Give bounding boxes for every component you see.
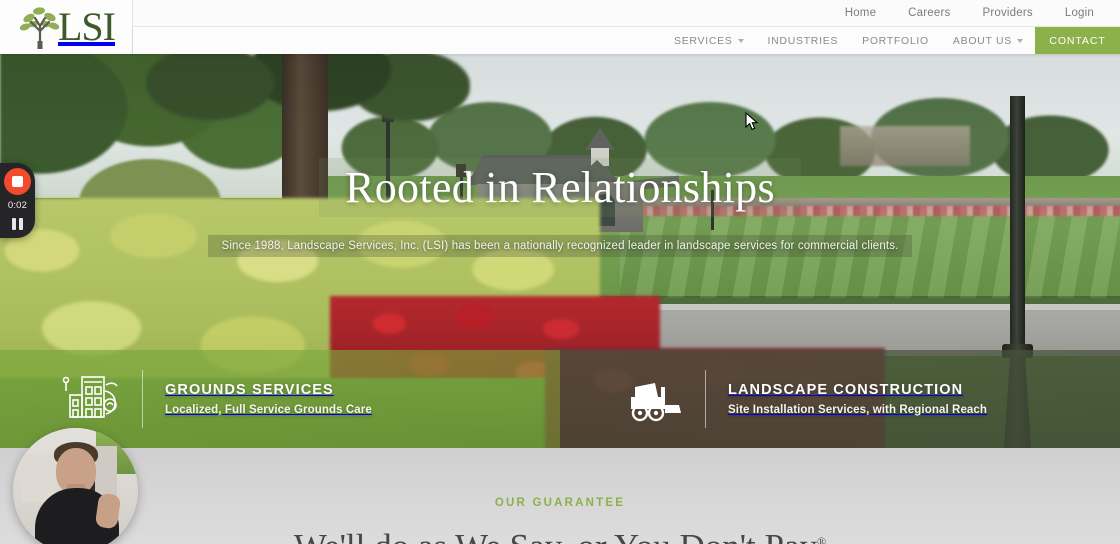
mouse-cursor xyxy=(745,111,759,137)
stop-recording-button[interactable] xyxy=(4,168,31,195)
nav-label-about-us: ABOUT US xyxy=(952,34,1012,47)
building-property-icon xyxy=(60,371,120,427)
guarantee-headline: We'll do as We Say, or You Don't Pay® xyxy=(294,527,826,544)
nav-label-industries: INDUSTRIES xyxy=(767,34,839,47)
chevron-down-icon-services xyxy=(737,38,744,43)
nav-label-portfolio: PORTFOLIO xyxy=(862,34,929,47)
nav-item-portfolio[interactable]: PORTFOLIO xyxy=(850,27,941,54)
nav-item-services[interactable]: SERVICES xyxy=(662,27,756,54)
site-header: LSI Home Careers Providers Login SERVICE… xyxy=(0,0,1120,54)
hero-title: Rooted in Relationships xyxy=(319,158,801,217)
stop-square-icon xyxy=(12,176,23,187)
card-title-landscape-construction: LANDSCAPE CONSTRUCTION xyxy=(728,382,964,398)
nav-contact-button[interactable]: CONTACT xyxy=(1035,27,1120,54)
logo-text: LSI xyxy=(58,4,116,49)
card-subtitle-landscape-construction: Site Installation Services, with Regiona… xyxy=(728,404,988,416)
card-landscape-construction[interactable]: LANDSCAPE CONSTRUCTION Site Installation… xyxy=(560,350,1120,448)
guarantee-eyebrow: OUR GUARANTEE xyxy=(494,497,626,509)
service-cards: GROUNDS SERVICES Localized, Full Service… xyxy=(0,350,1120,448)
screen-recorder-widget: 0:02 xyxy=(0,163,35,238)
utility-link-login[interactable]: Login xyxy=(1049,7,1110,19)
pause-recording-button[interactable] xyxy=(12,218,23,230)
card-title-grounds-services: GROUNDS SERVICES xyxy=(165,382,334,398)
nav-label-services: SERVICES xyxy=(674,34,733,47)
nav-item-about-us[interactable]: ABOUT US xyxy=(941,27,1035,54)
guarantee-headline-text: We'll do as We Say, or You Don't Pay xyxy=(294,527,817,544)
utility-nav: Home Careers Providers Login xyxy=(133,0,1120,27)
webcam-background-cabinet-left xyxy=(21,454,55,502)
site-logo[interactable]: LSI xyxy=(0,0,133,54)
pause-bar-left xyxy=(12,218,16,230)
utility-link-providers[interactable]: Providers xyxy=(966,7,1048,19)
utility-link-careers[interactable]: Careers xyxy=(892,7,966,19)
presenter-webcam-bubble[interactable] xyxy=(13,428,138,544)
hero-subtitle: Since 1988, Landscape Services, Inc. (LS… xyxy=(207,235,913,257)
main-nav: SERVICES INDUSTRIES PORTFOLIO ABOUT US C… xyxy=(133,27,1120,54)
chevron-down-icon-about-us xyxy=(1017,38,1023,43)
pause-bar-right xyxy=(19,218,23,230)
tree-icon xyxy=(19,5,61,50)
recording-timer: 0:02 xyxy=(7,200,28,211)
card-subtitle-grounds-services: Localized, Full Service Grounds Care xyxy=(165,404,372,416)
utility-link-home[interactable]: Home xyxy=(829,7,892,19)
guarantee-section: OUR GUARANTEE We'll do as We Say, or You… xyxy=(0,448,1120,544)
skid-steer-loader-icon xyxy=(625,371,685,427)
guarantee-registered-mark: ® xyxy=(817,534,827,544)
nav-item-industries[interactable]: INDUSTRIES xyxy=(756,27,851,54)
